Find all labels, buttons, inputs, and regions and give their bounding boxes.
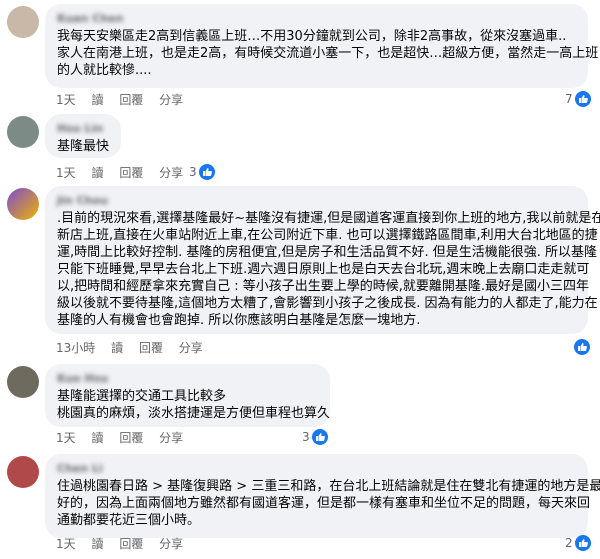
comment-line: 運,時間上比較好控制. 基隆的房租便宜,但是房子和生活品質不好. 但是生活機能很… [57, 245, 598, 260]
thumbs-up-icon [198, 164, 215, 180]
comment-author[interactable]: Chen Li [57, 462, 576, 476]
comment-line: 家人在南港上班，也是走2高，有時候交流道小塞一下，也是超快…超級方便，當然走一高… [57, 46, 599, 61]
reaction-number: 3 [189, 165, 197, 179]
reaction-number: 7 [565, 92, 573, 106]
comment-bubble: Chen Li 住過桃園春日路 > 基隆復興路 > 三重三和路，在台北上班結論就… [45, 454, 600, 538]
read-link[interactable]: 讀 [91, 431, 103, 445]
comment-actions: 1天 讀 回覆 分享 [56, 536, 195, 552]
reaction-count[interactable]: 3 [189, 164, 215, 180]
comment-text: 基隆能選擇的交通工具比較多 桃園真的麻煩，淡水搭捷運是方便但車程也算久 [57, 388, 331, 422]
share-button[interactable]: 分享 [159, 166, 183, 180]
comment-author[interactable]: Kuan Chen [57, 12, 576, 26]
avatar[interactable] [7, 188, 39, 220]
read-link[interactable]: 讀 [91, 166, 103, 180]
comment-author[interactable]: Jin Chou [57, 194, 576, 208]
comment-actions: 1天 讀 回覆 分享 [56, 165, 195, 181]
comment-text: .目前的現況來看,選擇基隆最好~基隆沒有捷運,但是國道客運直接到你上班的地方,我… [57, 210, 600, 329]
comment-bubble: Kuan Chen 我每天安樂區走2高到信義區上班…不用30分鐘就到公司，除非2… [45, 4, 599, 88]
read-link[interactable]: 讀 [111, 341, 123, 355]
comment-time[interactable]: 1天 [56, 93, 76, 107]
thumbs-up-icon [311, 429, 328, 445]
comment-line: 好的，因為上面兩個地方雖然都有國道客運，但是都一樣有塞車和坐位不足的問題，每天來… [57, 496, 591, 511]
reaction-count[interactable]: 2 [565, 535, 591, 551]
reply-button[interactable]: 回覆 [139, 341, 163, 355]
avatar[interactable] [7, 116, 39, 148]
reply-button[interactable]: 回覆 [119, 93, 143, 107]
comment-line: 我每天安樂區走2高到信義區上班…不用30分鐘就到公司，除非2高事故，從來沒塞過車… [57, 29, 567, 44]
reaction-count[interactable] [572, 339, 590, 355]
comment-actions: 13小時 讀 回覆 分享 [56, 340, 215, 356]
comment-time[interactable]: 1天 [56, 166, 76, 180]
comment-text: 住過桃園春日路 > 基隆復興路 > 三重三和路，在台北上班結論就是住在雙北有捷運… [57, 478, 600, 529]
comment-line: 以,把時間和經歷拿來充實自己 : 等小孩子出生要上學的時候,就要離開基隆.最好是… [57, 279, 590, 294]
comment-bubble: Hsu Lin 基隆最快 [45, 114, 121, 158]
comment-line: 基隆的人有機會也會跑掉. 所以你應該明白基隆是怎麼一塊地方. [57, 313, 421, 328]
avatar[interactable] [7, 456, 39, 488]
comment-bubble: Kuo Hsu 基隆能選擇的交通工具比較多 桃園真的麻煩，淡水搭捷運是方便但車程… [45, 364, 330, 427]
comment-time[interactable]: 1天 [56, 537, 76, 551]
reply-button[interactable]: 回覆 [119, 166, 143, 180]
comment-text: 基隆最快 [57, 138, 109, 155]
comment-line: 住過桃園春日路 > 基隆復興路 > 三重三和路，在台北上班結論就是住在雙北有捷運… [57, 479, 600, 494]
comment-time[interactable]: 1天 [56, 431, 76, 445]
share-button[interactable]: 分享 [179, 341, 203, 355]
comment-line: 桃園真的麻煩，淡水搭捷運是方便但車程也算久 [57, 406, 331, 421]
comment-line: .目前的現況來看,選擇基隆最好~基隆沒有捷運,但是國道客運直接到你上班的地方,我… [57, 211, 600, 226]
comment-line: 的人就比較慘.... [57, 63, 152, 78]
reply-button[interactable]: 回覆 [119, 537, 143, 551]
comment-author[interactable]: Kuo Hsu [57, 372, 318, 386]
thumbs-up-icon [574, 339, 590, 355]
reply-button[interactable]: 回覆 [119, 431, 143, 445]
reaction-number: 2 [565, 536, 573, 550]
reaction-number: 3 [302, 430, 310, 444]
avatar[interactable] [7, 366, 39, 398]
comment-line: 新店上班,直接在火車站附近上車,在公司附近下車. 也可以選擇鐵路區間車,利用大台… [57, 228, 598, 243]
comment-line: 基隆能選擇的交通工具比較多 [57, 389, 227, 404]
comment-author[interactable]: Hsu Lin [57, 122, 109, 136]
comment-line: 只能下班睡覺,早早去台北上下班.週六週日原則上也是白天去台北玩,週末晚上去廟口走… [57, 262, 590, 277]
share-button[interactable]: 分享 [159, 431, 183, 445]
read-link[interactable]: 讀 [91, 537, 103, 551]
share-button[interactable]: 分享 [159, 93, 183, 107]
comment-bubble: Jin Chou .目前的現況來看,選擇基隆最好~基隆沒有捷運,但是國道客運直接… [45, 186, 600, 334]
avatar[interactable] [7, 6, 39, 38]
read-link[interactable]: 讀 [91, 93, 103, 107]
thumbs-up-icon [574, 91, 591, 107]
comment-actions: 1天 讀 回覆 分享 [56, 92, 195, 108]
comment-line: 基隆最快 [57, 139, 110, 154]
share-button[interactable]: 分享 [159, 537, 183, 551]
comment-line: 通勤都要花近三個小時。 [57, 513, 201, 528]
comment-time[interactable]: 13小時 [56, 341, 95, 355]
comment-text: 我每天安樂區走2高到信義區上班…不用30分鐘就到公司，除非2高事故，從來沒塞過車… [57, 28, 599, 79]
reaction-count[interactable]: 3 [302, 429, 328, 445]
thumbs-up-icon [574, 535, 591, 551]
reaction-count[interactable]: 7 [565, 91, 591, 107]
comment-line: 級以後就不要待基隆,這個地方太糟了,會影響到小孩子之後成長. 因為有能力的人都走… [57, 296, 598, 311]
comment-actions: 1天 讀 回覆 分享 [56, 430, 195, 446]
